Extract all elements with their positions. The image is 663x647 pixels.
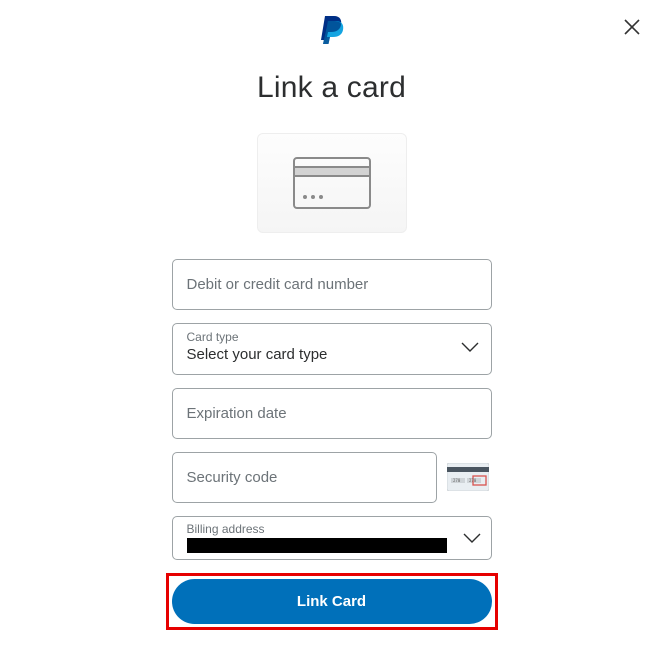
highlight-box: Link Card [166,573,498,630]
chevron-down-icon [463,531,481,549]
chevron-down-icon [461,340,479,358]
close-button[interactable] [623,18,641,36]
card-number-field[interactable] [172,259,492,310]
billing-address-select[interactable]: Billing address [172,516,492,560]
svg-text:270: 270 [469,478,477,483]
card-type-label: Card type [187,331,477,343]
security-code-field[interactable] [172,452,437,503]
card-type-value: Select your card type [187,346,328,363]
card-number-input[interactable] [173,260,491,309]
expiration-input[interactable] [173,389,491,438]
card-illustration [257,133,407,233]
billing-address-value [187,538,447,553]
cvv-hint-icon: 270 270 [447,463,489,491]
svg-text:270: 270 [453,478,461,483]
billing-address-label: Billing address [187,523,477,535]
expiration-field[interactable] [172,388,492,439]
card-type-select[interactable]: Card type Select your card type [172,323,492,375]
close-icon [623,18,641,36]
credit-card-icon [293,157,371,209]
paypal-logo [319,14,345,49]
page-title: Link a card [257,71,406,105]
security-code-input[interactable] [173,453,436,502]
link-card-button[interactable]: Link Card [172,579,492,624]
